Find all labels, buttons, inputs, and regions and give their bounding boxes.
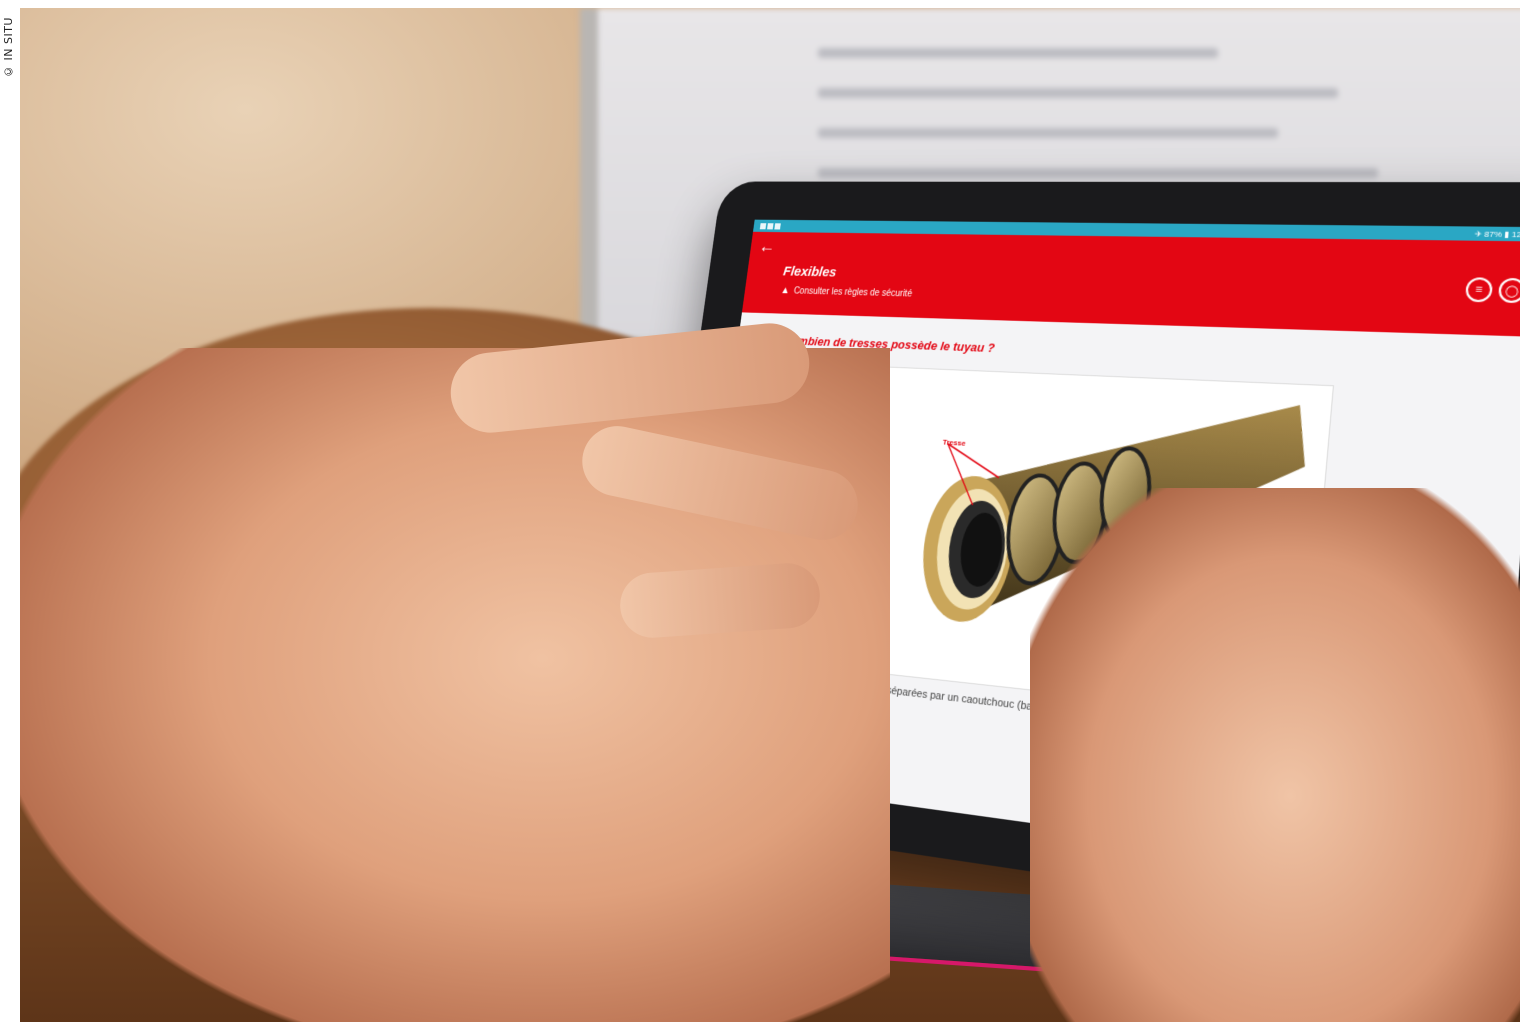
app-bar: ← Flexibles ▲ Consulter les règles de sé… [741, 231, 1520, 337]
right-hand [1030, 488, 1520, 1022]
status-right: ✈ 87% ▮ 12:25 [1474, 229, 1520, 239]
page-title: Flexibles [782, 263, 838, 281]
warning-triangle-icon: ▲ [780, 285, 791, 296]
figure-label: Tresse [942, 437, 967, 448]
photograph: ✈ 87% ▮ 12:25 ← Flexibles ▲ Consulter le… [20, 8, 1520, 1022]
profile-icon[interactable]: ◯ [1497, 277, 1520, 304]
menu-icon[interactable]: ≡ [1464, 277, 1494, 303]
safety-link-label: Consulter les règles de sécurité [793, 285, 913, 299]
back-arrow-icon[interactable]: ← [758, 237, 777, 257]
safety-link[interactable]: ▲ Consulter les règles de sécurité [780, 285, 913, 299]
left-hand [20, 348, 890, 1022]
photo-credit: © IN SITU [2, 17, 15, 78]
notification-icons [759, 222, 781, 230]
